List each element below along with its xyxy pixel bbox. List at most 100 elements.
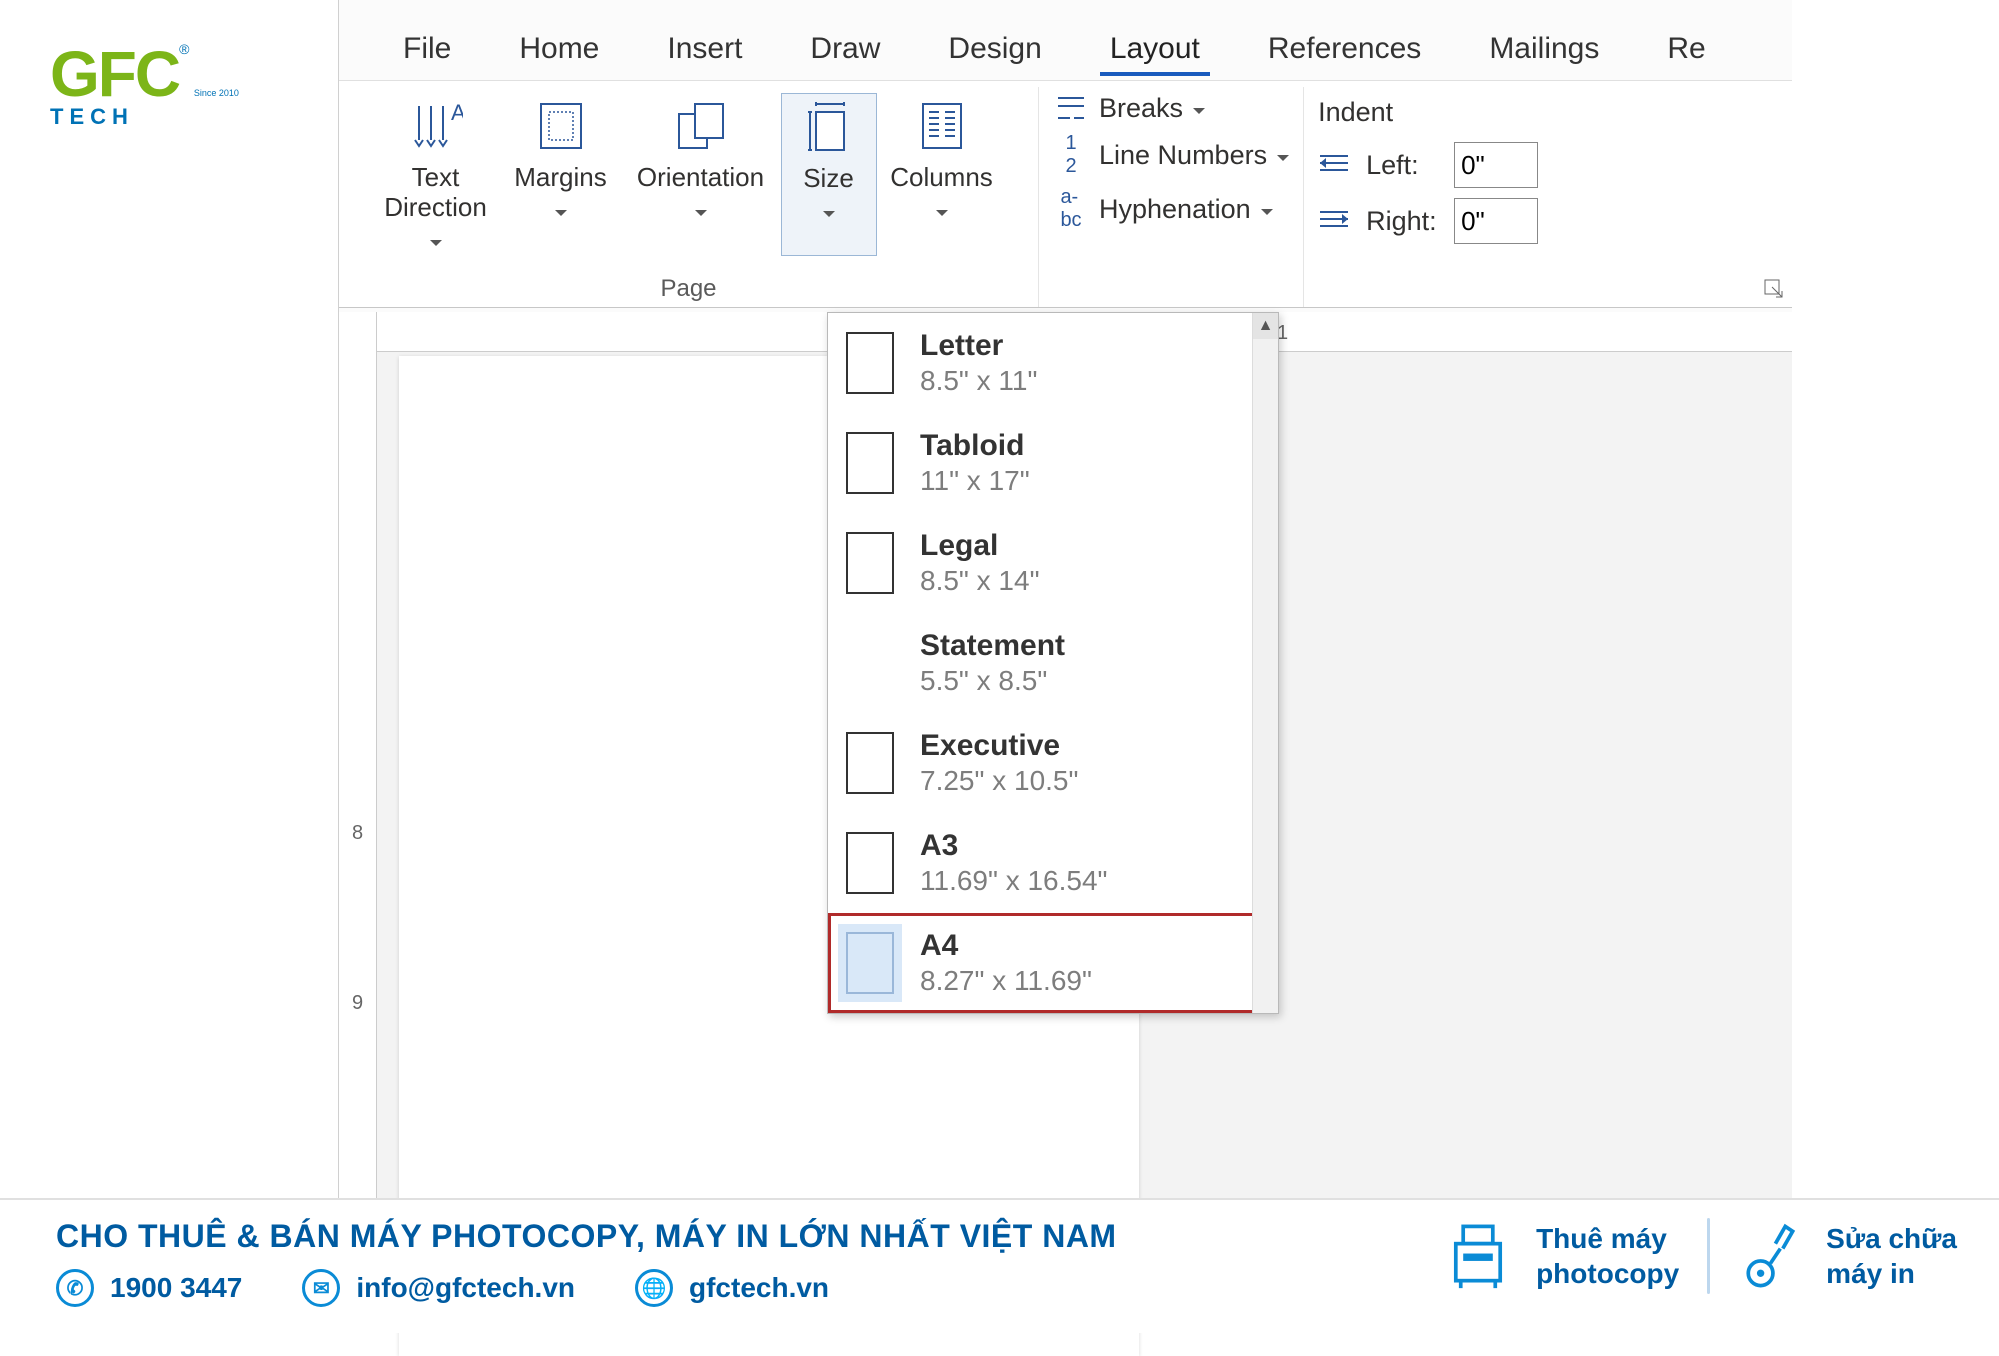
group-label-page-setup: Page (339, 275, 1038, 303)
size-label: Size (803, 164, 854, 194)
size-option-name: A4 (920, 929, 1092, 963)
indent-left-label: Left: (1366, 150, 1442, 181)
dialog-launcher-page-setup[interactable] (1764, 277, 1786, 299)
line-numbers-label: Line Numbers (1099, 140, 1267, 171)
tab-insert[interactable]: Insert (633, 22, 776, 80)
size-option-a3[interactable]: A311.69" x 16.54" (828, 813, 1278, 913)
indent-right-icon (1318, 206, 1354, 237)
size-option-dims: 8.5" x 14" (920, 565, 1040, 597)
footer-phone[interactable]: ✆ 1900 3447 (56, 1269, 242, 1307)
indent-right-row: Right: (1318, 198, 1538, 244)
ribbon: A Text Direction Margins Orient (339, 80, 1792, 308)
tab-layout[interactable]: Layout (1076, 22, 1234, 80)
footer-web[interactable]: 🌐 gfctech.vn (635, 1269, 829, 1307)
orientation-icon (675, 97, 727, 155)
columns-button[interactable]: Columns (877, 93, 1007, 256)
tab-references[interactable]: References (1234, 22, 1455, 80)
indent-title: Indent (1318, 97, 1538, 128)
size-icon (806, 98, 852, 156)
chevron-down-icon (1261, 194, 1273, 225)
breaks-label: Breaks (1099, 93, 1183, 124)
service-repair-l1: Sửa chữa (1826, 1221, 1957, 1256)
line-numbers-button[interactable]: 12 Line Numbers (1053, 132, 1289, 178)
size-dropdown: ▲ Letter8.5" x 11"Tabloid11" x 17"Legal8… (827, 312, 1279, 1014)
columns-icon (919, 97, 965, 155)
gfc-logo: GFC® Since 2010 TECH (50, 42, 239, 128)
document-area: 8 9 1 ▲ Letter8.5" x 11"Tabloid11" x 17"… (339, 312, 1792, 1220)
footer: CHO THUÊ & BÁN MÁY PHOTOCOPY, MÁY IN LỚN… (0, 1198, 1999, 1333)
footer-web-text: gfctech.vn (689, 1272, 829, 1304)
chevron-down-icon (695, 195, 707, 226)
orientation-label: Orientation (637, 163, 764, 193)
footer-email-text: info@gfctech.vn (356, 1272, 575, 1304)
hyphenation-label: Hyphenation (1099, 194, 1251, 225)
line-numbers-icon: 12 (1053, 132, 1089, 178)
size-option-dims: 7.25" x 10.5" (920, 765, 1078, 797)
margins-button[interactable]: Margins (501, 93, 621, 256)
size-option-name: Executive (920, 729, 1078, 763)
tab-file[interactable]: File (369, 22, 485, 80)
logo-since: Since 2010 (194, 88, 239, 98)
chevron-down-icon (823, 196, 835, 227)
size-option-dims: 8.27" x 11.69" (920, 965, 1092, 997)
breaks-button[interactable]: Breaks (1053, 93, 1289, 124)
ruler-vertical: 8 9 (339, 312, 377, 1220)
svg-text:A: A (451, 100, 463, 125)
indent-left-row: Left: (1318, 142, 1538, 188)
page-thumb-icon (846, 432, 894, 494)
scroll-up-arrow-icon[interactable]: ▲ (1253, 313, 1278, 339)
page-thumb-icon (846, 832, 894, 894)
service-rent-l2: photocopy (1536, 1256, 1679, 1291)
ruler-v-tick: 9 (339, 992, 376, 1015)
copier-icon (1448, 1219, 1508, 1293)
chevron-down-icon (1193, 93, 1205, 124)
group-page-setup: A Text Direction Margins Orient (339, 87, 1039, 307)
size-option-legal[interactable]: Legal8.5" x 14" (828, 513, 1278, 613)
size-option-name: Statement (920, 629, 1065, 663)
footer-services: Thuê máy photocopy Sửa chữa máy in (1448, 1218, 1957, 1294)
page-thumb-icon (846, 332, 894, 394)
size-option-statement[interactable]: Statement5.5" x 8.5" (828, 613, 1278, 713)
ribbon-tabs: FileHomeInsertDrawDesignLayoutReferences… (339, 0, 1792, 80)
logo-reg: ® (179, 41, 189, 57)
size-option-executive[interactable]: Executive7.25" x 10.5" (828, 713, 1278, 813)
group-indent: Indent Left: Right: (1304, 87, 1552, 307)
service-repair[interactable]: Sửa chữa máy in (1826, 1221, 1957, 1291)
size-option-dims: 11" x 17" (920, 465, 1030, 497)
service-repair-l2: máy in (1826, 1256, 1957, 1291)
size-option-name: A3 (920, 829, 1108, 863)
footer-phone-text: 1900 3447 (110, 1272, 242, 1304)
footer-email[interactable]: ✉ info@gfctech.vn (302, 1269, 575, 1307)
page-thumb-icon (846, 932, 894, 994)
tab-draw[interactable]: Draw (776, 22, 914, 80)
hyphenation-icon: a-bc (1053, 186, 1089, 232)
tab-home[interactable]: Home (485, 22, 633, 80)
chevron-down-icon (555, 195, 567, 226)
hyphenation-button[interactable]: a-bc Hyphenation (1053, 186, 1289, 232)
size-button[interactable]: Size (781, 93, 877, 256)
text-direction-button[interactable]: A Text Direction (371, 93, 501, 256)
text-direction-icon: A (409, 97, 463, 155)
margins-label: Margins (514, 163, 606, 193)
breaks-icon (1053, 96, 1089, 122)
margins-icon (537, 97, 585, 155)
indent-left-input[interactable] (1454, 142, 1538, 188)
columns-label: Columns (890, 163, 993, 193)
size-option-letter[interactable]: Letter8.5" x 11" (828, 313, 1278, 413)
size-option-name: Tabloid (920, 429, 1030, 463)
service-rent[interactable]: Thuê máy photocopy (1536, 1221, 1679, 1291)
orientation-button[interactable]: Orientation (621, 93, 781, 256)
indent-right-input[interactable] (1454, 198, 1538, 244)
repair-icon (1738, 1219, 1798, 1293)
phone-icon: ✆ (56, 1269, 94, 1307)
indent-right-label: Right: (1366, 206, 1442, 237)
tab-mailings[interactable]: Mailings (1455, 22, 1633, 80)
size-option-name: Legal (920, 529, 1040, 563)
globe-icon: 🌐 (635, 1269, 673, 1307)
size-dropdown-scrollbar[interactable]: ▲ (1252, 313, 1278, 1013)
size-option-a4[interactable]: A48.27" x 11.69" (828, 913, 1278, 1013)
tab-re[interactable]: Re (1633, 22, 1739, 80)
size-option-tabloid[interactable]: Tabloid11" x 17" (828, 413, 1278, 513)
tab-design[interactable]: Design (914, 22, 1075, 80)
word-window: FileHomeInsertDrawDesignLayoutReferences… (338, 0, 1792, 1220)
